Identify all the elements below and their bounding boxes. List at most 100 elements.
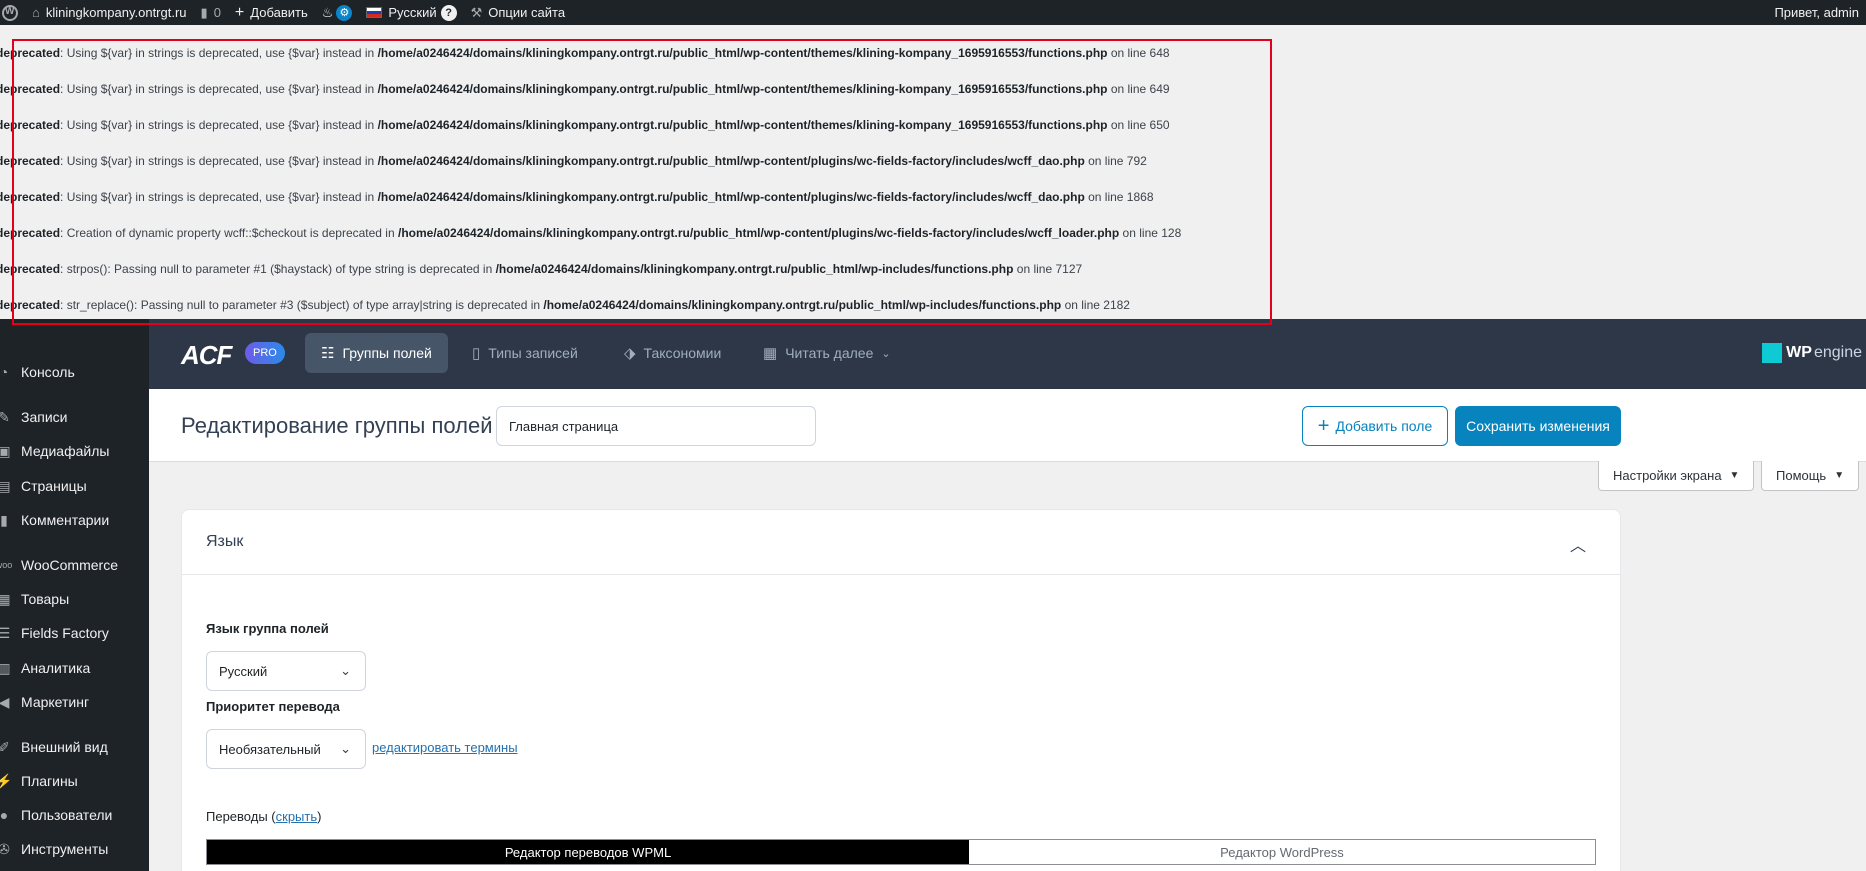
sidebar-item-appearance[interactable]: ✐ Внешний вид xyxy=(0,730,149,764)
wpengine-logo[interactable]: WP engine xyxy=(1762,343,1862,363)
wpml-editor-option[interactable]: Редактор переводов WPML xyxy=(207,840,969,864)
save-changes-button[interactable]: Сохранить изменения xyxy=(1455,406,1621,446)
wp-logo-menu[interactable] xyxy=(0,0,25,25)
grid-icon: ▦ xyxy=(763,345,778,362)
sidebar-item-tools[interactable]: ✇ Инструменты xyxy=(0,832,149,866)
sidebar-item-pages[interactable]: ▤ Страницы xyxy=(0,469,149,503)
sidebar-item-comments[interactable]: ▮ Комментарии xyxy=(0,503,149,537)
tab-label: Таксономии xyxy=(643,345,722,361)
site-name-link[interactable]: ⌂ kliningkompany.ontrgt.ru xyxy=(25,0,194,25)
notice-line: deprecated: Using ${var} in strings is d… xyxy=(0,154,1147,168)
tab-label: Типы записей xyxy=(488,345,578,361)
notice-path: /home/a0246424/domains/kliningkompany.on… xyxy=(377,190,1085,204)
sidebar-item-plugins[interactable]: ⚡ Плагины xyxy=(0,764,149,798)
fields-icon: ☰ xyxy=(0,624,11,641)
sidebar-item-media[interactable]: ▣ Медиафайлы xyxy=(0,434,149,468)
notice-line-number: on line 128 xyxy=(1119,226,1182,240)
sidebar-item-marketing[interactable]: ◀ Маркетинг xyxy=(0,685,149,719)
hide-translations-link[interactable]: скрыть xyxy=(276,809,318,824)
notice-message: : str_replace(): Passing null to paramet… xyxy=(60,298,544,312)
sidebar-item-label: Комментарии xyxy=(21,512,110,528)
acf-header: ACF PRO ☷ Группы полей ▯ Типы записей ⬗ … xyxy=(149,319,1866,389)
chevron-up-icon[interactable]: ︿ xyxy=(1570,532,1586,556)
admin-sidebar: ◔ Консоль ✎ Записи ▣ Медиафайлы ▤ Страницы ▮… xyxy=(0,319,149,871)
notice-path: /home/a0246424/domains/kliningkompany.on… xyxy=(377,118,1108,132)
document-icon: ▯ xyxy=(472,345,481,362)
sidebar-item-label: Медиафайлы xyxy=(21,443,110,459)
russian-flag-icon xyxy=(366,7,383,18)
notice-line: deprecated: Using ${var} in strings is d… xyxy=(0,46,1170,60)
tab-field-groups[interactable]: ☷ Группы полей xyxy=(305,333,448,373)
translations-label-text: Переводы xyxy=(206,809,268,824)
pro-badge: PRO xyxy=(245,342,285,364)
wpml-icon: ♨ xyxy=(321,4,334,20)
wpml-status[interactable]: ♨ ⚙ xyxy=(315,0,360,25)
postbox-header[interactable]: Язык ︿ xyxy=(182,510,1620,575)
sidebar-item-products[interactable]: ▦ Товары xyxy=(0,582,149,616)
sidebar-item-label: Страницы xyxy=(21,478,87,494)
tab-read-more[interactable]: ▦ Читать далее ⌄ xyxy=(747,333,907,373)
megaphone-icon: ◀ xyxy=(0,693,10,710)
chevron-down-icon: ⌄ xyxy=(881,347,891,360)
admin-bar: ⌂ kliningkompany.ontrgt.ru ▮ 0 + Добавит… xyxy=(0,0,1866,25)
help-label: Помощь xyxy=(1776,468,1827,483)
box-icon: ▦ xyxy=(0,590,11,607)
chart-icon: ▥ xyxy=(0,659,11,676)
site-name: kliningkompany.ontrgt.ru xyxy=(45,5,187,20)
notice-message: : Using ${var} in strings is deprecated,… xyxy=(60,154,378,168)
translation-editor-toggle: Редактор переводов WPML Редактор WordPre… xyxy=(206,839,1596,865)
pin-icon: ✎ xyxy=(0,408,10,425)
notice-message: : Using ${var} in strings is deprecated,… xyxy=(60,46,378,60)
notice-line-number: on line 2182 xyxy=(1061,298,1130,312)
sidebar-item-dashboard[interactable]: ◔ Консоль xyxy=(0,355,149,389)
add-field-label: Добавить поле xyxy=(1335,418,1433,434)
tag-icon: ⬗ xyxy=(624,345,636,362)
sidebar-item-posts[interactable]: ✎ Записи xyxy=(0,400,149,434)
acf-logo: ACF xyxy=(181,340,232,370)
notice-line-number: on line 792 xyxy=(1084,154,1147,168)
help-button[interactable]: Помощь ▼ xyxy=(1761,461,1860,491)
hammer-icon: ⚒ xyxy=(470,4,483,20)
page-title: Редактирование группы полей xyxy=(181,413,493,438)
tab-taxonomies[interactable]: ⬗ Таксономии xyxy=(608,333,737,373)
sidebar-item-analytics[interactable]: ▥ Аналитика xyxy=(0,651,149,685)
site-options-link[interactable]: ⚒ Опции сайта xyxy=(464,0,572,25)
tab-post-types[interactable]: ▯ Типы записей xyxy=(456,333,594,373)
language-select[interactable]: Русский ⌄ xyxy=(206,651,366,691)
sidebar-item-label: WooCommerce xyxy=(21,557,118,573)
wpengine-bold: WP xyxy=(1786,344,1812,361)
notice-path: /home/a0246424/domains/kliningkompany.on… xyxy=(495,262,1014,276)
edit-terms-link[interactable]: редактировать термины xyxy=(372,740,518,755)
add-field-button[interactable]: + Добавить поле xyxy=(1302,406,1448,446)
sidebar-item-label: Внешний вид xyxy=(21,739,108,755)
sidebar-item-label: Плагины xyxy=(21,773,78,789)
notice-line-number: on line 648 xyxy=(1107,46,1170,60)
sidebar-item-label: Аналитика xyxy=(21,660,91,676)
comments-link[interactable]: ▮ 0 xyxy=(194,0,228,25)
sidebar-item-woocommerce[interactable]: woo WooCommerce xyxy=(0,548,149,582)
notice-level: deprecated xyxy=(0,118,61,132)
field-group-title-input[interactable] xyxy=(496,406,816,446)
gauge-icon: ◔ xyxy=(0,364,9,380)
add-new-link[interactable]: + Добавить xyxy=(228,0,315,25)
language-switcher[interactable]: Русский ? xyxy=(359,0,463,25)
media-icon: ▣ xyxy=(0,442,11,459)
wpengine-mark-icon xyxy=(1762,343,1783,363)
notice-level: deprecated xyxy=(0,298,61,312)
screen-options-button[interactable]: Настройки экрана ▼ xyxy=(1598,461,1755,491)
sidebar-item-fields-factory[interactable]: ☰ Fields Factory xyxy=(0,616,149,650)
sidebar-item-label: Пользователи xyxy=(21,807,113,823)
notice-message: : Creation of dynamic property wcff::$ch… xyxy=(60,226,398,240)
wordpress-editor-option[interactable]: Редактор WordPress xyxy=(969,840,1595,864)
woo-icon: woo xyxy=(0,560,13,570)
notice-level: deprecated xyxy=(0,82,61,96)
notice-path: /home/a0246424/domains/kliningkompany.on… xyxy=(397,226,1120,240)
notice-line: deprecated: Using ${var} in strings is d… xyxy=(0,82,1170,96)
translation-priority-select[interactable]: Необязательный ⌄ xyxy=(206,729,366,769)
notice-level: deprecated xyxy=(0,226,61,240)
notice-line-number: on line 1868 xyxy=(1084,190,1154,204)
sidebar-item-label: Маркетинг xyxy=(21,694,90,710)
sidebar-item-label: Инструменты xyxy=(21,841,109,857)
sidebar-item-users[interactable]: ● Пользователи xyxy=(0,798,149,832)
account-menu[interactable]: Привет, admin xyxy=(1767,0,1866,25)
